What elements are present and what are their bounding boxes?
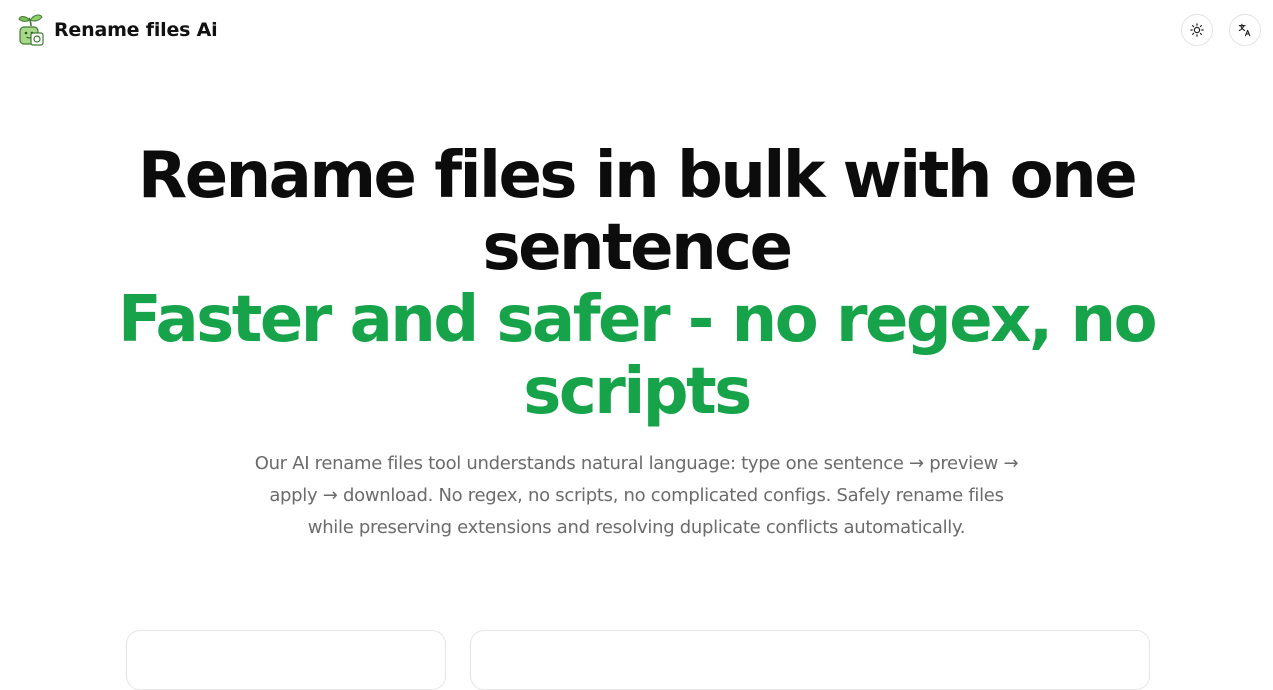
theme-toggle-button[interactable]	[1181, 14, 1213, 46]
hero-title: Rename files in bulk with one sentence	[137, 139, 1138, 285]
hero-description: Our AI rename files tool understands nat…	[254, 453, 1019, 538]
language-switch-button[interactable]	[1229, 14, 1261, 46]
hero-subtitle: Faster and safer - no regex, no scripts	[117, 283, 1158, 429]
upload-panel-card	[126, 630, 446, 690]
rename-panel-card	[470, 630, 1150, 690]
sprout-folder-icon	[18, 14, 44, 46]
brand-name: Rename files Ai	[54, 19, 218, 41]
translate-icon	[1238, 23, 1251, 37]
top-navigation-bar: Rename files Ai	[0, 0, 1273, 60]
sun-icon	[1190, 23, 1204, 37]
brand-home-link[interactable]: Rename files Ai	[17, 13, 218, 47]
hero-section: Rename files in bulk with one sentence F…	[0, 140, 1273, 544]
